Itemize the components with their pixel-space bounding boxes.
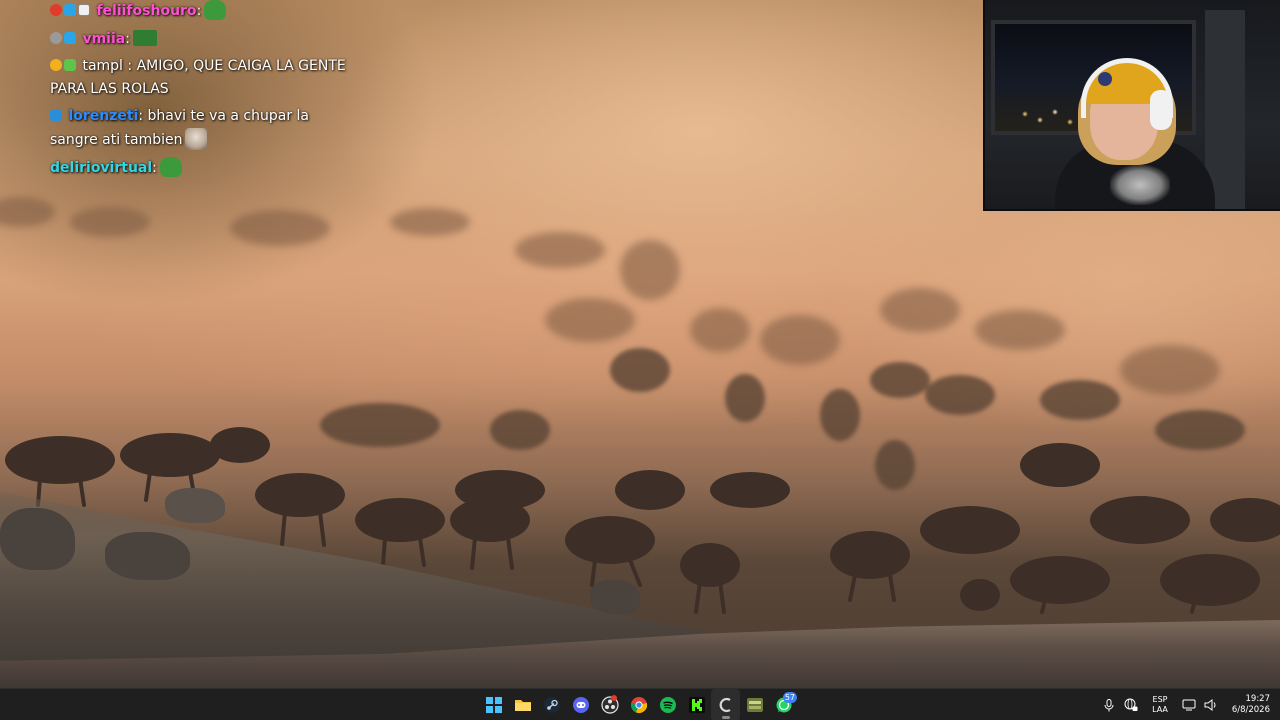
notification-dot <box>611 695 617 701</box>
rock <box>590 580 640 614</box>
microphone-icon <box>1104 698 1114 711</box>
rock <box>105 532 190 580</box>
discord-button[interactable] <box>566 689 595 720</box>
chat-username[interactable]: vmiia <box>82 31 125 47</box>
vpn-status-button[interactable] <box>1120 689 1142 720</box>
language-indicator[interactable]: ESP LAA <box>1146 695 1174 715</box>
chat-username[interactable]: deliriovirtual <box>50 160 152 176</box>
clock-time: 19:27 <box>1245 694 1271 704</box>
frog-emote-icon <box>132 30 157 46</box>
volume-button[interactable] <box>1200 689 1222 720</box>
taskbar: 57 ESP LAA 19:27 6/8/2026 <box>0 688 1280 720</box>
badge-icon <box>50 109 62 121</box>
steam-icon <box>543 697 560 713</box>
badge-icon <box>64 59 76 71</box>
badge-icon <box>78 4 90 16</box>
chat-message: feliifoshouro: <box>50 0 360 23</box>
badge-icon <box>50 32 62 44</box>
spotify-button[interactable] <box>653 689 682 720</box>
system-tray: ESP LAA 19:27 6/8/2026 <box>1098 689 1280 720</box>
keyboard-layout: LAA <box>1152 705 1168 714</box>
badge-icon <box>50 4 62 16</box>
clock[interactable]: 19:27 6/8/2026 <box>1222 694 1280 716</box>
discord-icon <box>572 697 589 713</box>
language-code: ESP <box>1152 695 1168 704</box>
obs-button[interactable] <box>595 689 624 720</box>
kick-button[interactable] <box>682 689 711 720</box>
folder-icon <box>514 700 531 711</box>
badge-icon <box>64 32 76 44</box>
windows-icon <box>485 697 502 713</box>
steam-button[interactable] <box>537 689 566 720</box>
chat-colon: : <box>125 31 130 47</box>
taskbar-apps: 57 <box>479 689 798 720</box>
face-emote-icon <box>184 128 207 150</box>
webcam-overlay <box>983 0 1280 211</box>
whatsapp-badge: 57 <box>782 692 797 703</box>
network-button[interactable] <box>1178 689 1200 720</box>
chat-message: vmiia: <box>50 28 360 51</box>
shirt-print <box>1110 165 1170 205</box>
spotify-icon <box>659 697 676 713</box>
chrome-button[interactable] <box>624 689 653 720</box>
chat-message: lorenzeti: bhavi te va a chupar la sangr… <box>50 105 360 152</box>
cursor-icon <box>719 697 731 713</box>
chat-username[interactable]: lorenzeti <box>68 108 138 124</box>
rock <box>165 488 225 523</box>
game-button[interactable] <box>740 689 769 720</box>
chat-username[interactable]: feliifoshouro <box>96 3 196 19</box>
headphones-icon <box>1150 90 1172 130</box>
chat-colon: : <box>138 108 148 124</box>
cursor-button[interactable] <box>711 689 740 720</box>
badge-icon <box>50 59 62 71</box>
chat-colon: : <box>152 160 157 176</box>
badge-icon <box>64 4 76 16</box>
file-explorer-button[interactable] <box>508 689 537 720</box>
game-icon <box>746 698 763 712</box>
chat-message: tampl : AMIGO, QUE CAIGA LA GENTE PARA L… <box>50 55 360 101</box>
clock-date: 6/8/2026 <box>1231 705 1270 715</box>
microphone-button[interactable] <box>1098 689 1120 720</box>
network-icon <box>1182 699 1196 711</box>
pepe-emote-icon <box>159 157 182 177</box>
kick-icon <box>688 697 705 713</box>
start-button[interactable] <box>479 689 508 720</box>
rock <box>0 508 75 570</box>
speaker-icon <box>1204 699 1216 711</box>
whatsapp-button[interactable]: 57 <box>769 689 798 720</box>
chat-colon: : <box>122 58 137 74</box>
chat-username[interactable]: tampl <box>82 58 122 74</box>
globe-lock-icon <box>1124 698 1138 711</box>
chat-message: deliriovirtual: <box>50 157 360 180</box>
pepe-emote-icon <box>204 0 227 20</box>
chrome-icon <box>630 697 647 714</box>
chat-colon: : <box>196 3 202 19</box>
